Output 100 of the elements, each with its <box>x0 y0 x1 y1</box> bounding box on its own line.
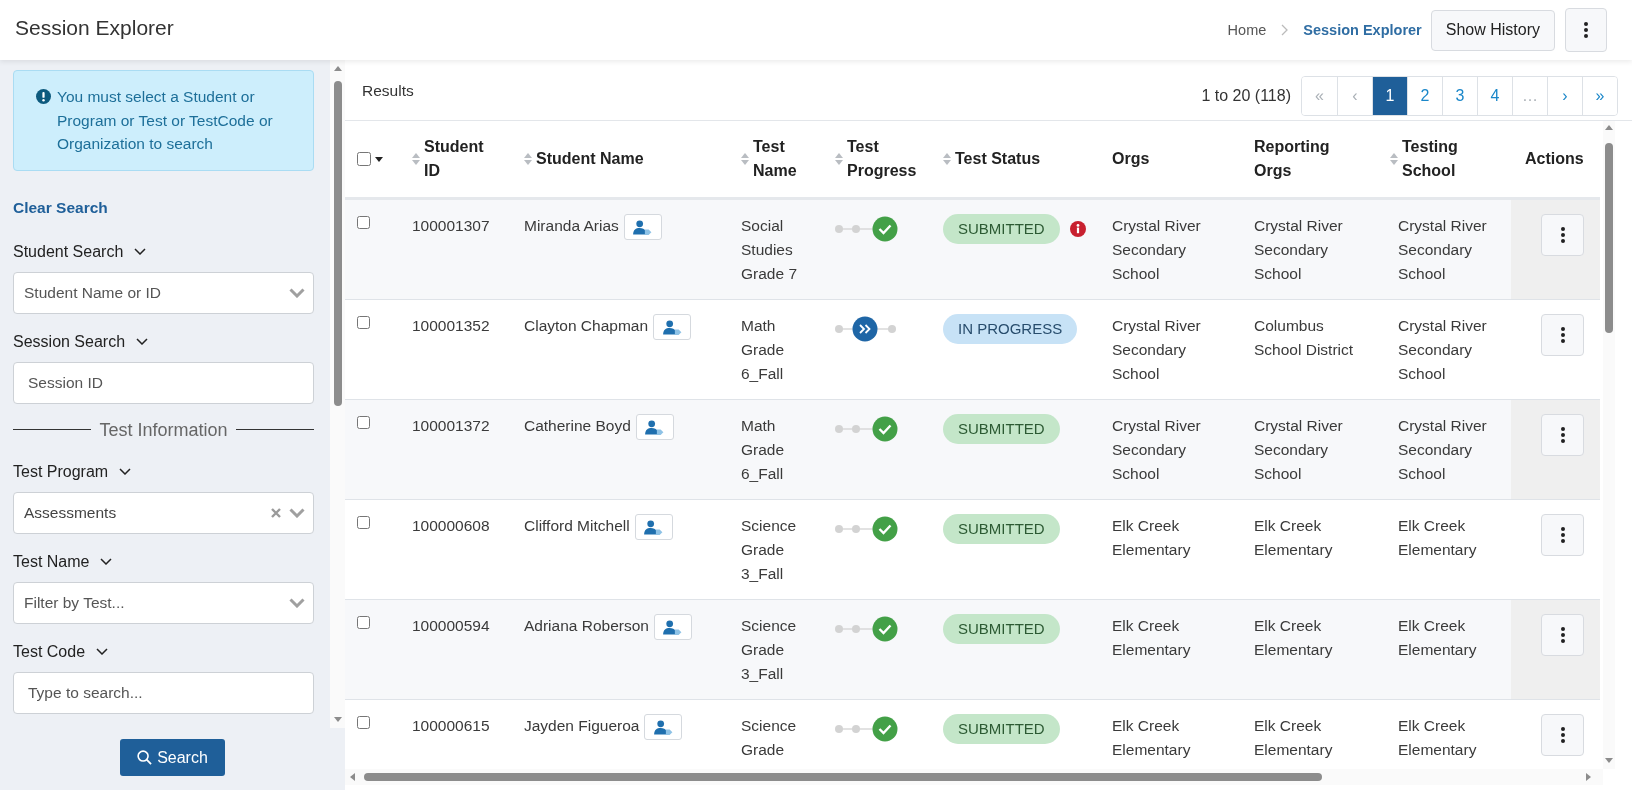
text-input[interactable]: Type to search... <box>13 671 314 714</box>
caret-down-icon[interactable] <box>375 156 383 162</box>
scrollbar-thumb[interactable] <box>1605 143 1613 333</box>
row-checkbox[interactable] <box>357 316 370 329</box>
column-header[interactable]: Student ID <box>424 135 494 183</box>
column-header[interactable]: Student Name <box>536 147 644 171</box>
chevron-down-icon <box>119 468 132 475</box>
clear-search-link[interactable]: Clear Search <box>13 195 108 220</box>
column-header: Orgs <box>1112 149 1150 169</box>
more-vertical-icon <box>1560 327 1565 343</box>
section-toggle[interactable]: Session Search <box>13 329 149 354</box>
search-icon <box>137 750 153 765</box>
row-actions-button[interactable] <box>1541 214 1584 256</box>
section-toggle[interactable]: Test Name <box>13 549 113 574</box>
chevron-down-icon <box>96 648 109 655</box>
table-cell: Crystal River Secondary School <box>1246 198 1382 300</box>
student-profile-button[interactable] <box>635 414 674 440</box>
table-cell: Crystal River Secondary School <box>1246 399 1382 500</box>
row-checkbox[interactable] <box>357 716 370 729</box>
scroll-up-icon[interactable] <box>333 66 342 71</box>
scrollbar-thumb[interactable] <box>333 81 342 406</box>
select-field[interactable]: Assessments <box>13 491 314 534</box>
student-name: Jayden Figueroa <box>524 716 640 736</box>
info-icon[interactable] <box>1069 221 1086 237</box>
chevron-down-icon <box>100 558 113 565</box>
status-badge: IN PROGRESS <box>943 314 1078 344</box>
row-actions-button[interactable] <box>1541 714 1584 756</box>
sort-icon[interactable] <box>835 151 843 167</box>
row-checkbox[interactable] <box>357 516 370 529</box>
row-actions-button[interactable] <box>1541 514 1584 556</box>
table-cell: 100000594 <box>404 599 516 700</box>
student-profile-button[interactable] <box>653 314 692 340</box>
clear-icon[interactable] <box>271 507 281 518</box>
status-badge: SUBMITTED <box>943 414 1060 444</box>
chevron-down-icon[interactable] <box>289 287 305 298</box>
user-tag-icon <box>653 719 673 735</box>
user-tag-icon <box>662 319 682 335</box>
more-button[interactable] <box>1565 8 1607 52</box>
scroll-up-icon[interactable] <box>1605 125 1613 130</box>
table-cell: Science Grade 3_Fall <box>733 499 827 600</box>
user-tag-icon <box>663 619 683 635</box>
column-header[interactable]: Test Progress <box>847 135 923 183</box>
sort-icon[interactable] <box>412 151 420 167</box>
alert-message: You must select a Student or Program or Test or TestCode or Organization to search <box>57 87 274 154</box>
student-profile-button[interactable] <box>653 614 692 640</box>
table-cell: Elk Creek Elementary <box>1246 499 1382 600</box>
chevron-right-icon <box>1281 24 1289 36</box>
chevron-down-icon <box>136 338 149 345</box>
section-toggle[interactable]: Test Program <box>13 459 132 484</box>
status-badge: SUBMITTED <box>943 214 1060 244</box>
scrollbar-thumb[interactable] <box>364 773 1322 781</box>
more-vertical-icon <box>1560 727 1565 743</box>
sort-icon[interactable] <box>1390 151 1398 167</box>
column-header[interactable]: Test Status <box>955 147 1041 171</box>
section-toggle[interactable]: Student Search <box>13 239 147 264</box>
page-button[interactable]: 1 <box>1372 77 1407 115</box>
user-tag-icon <box>645 419 665 435</box>
user-tag-icon <box>633 219 653 235</box>
table-cell: Crystal River Secondary School <box>1104 299 1246 400</box>
table-cell: 100001307 <box>404 198 516 300</box>
row-checkbox[interactable] <box>357 416 370 429</box>
student-name: Clifford Mitchell <box>524 516 630 536</box>
scroll-down-icon[interactable] <box>1605 758 1613 763</box>
user-tag-icon <box>644 519 664 535</box>
student-profile-button[interactable] <box>623 214 662 240</box>
table-cell: 100000608 <box>404 499 516 600</box>
row-checkbox[interactable] <box>357 616 370 629</box>
column-header[interactable]: Testing School <box>1402 135 1502 183</box>
info-icon <box>36 89 51 104</box>
show-history-button[interactable]: Show History <box>1430 9 1555 51</box>
sort-icon[interactable] <box>741 151 749 167</box>
sort-icon[interactable] <box>943 151 951 167</box>
more-vertical-icon <box>1560 227 1565 243</box>
sort-icon[interactable] <box>524 151 532 167</box>
more-vertical-icon <box>1560 627 1565 643</box>
text-input[interactable]: Session ID <box>13 361 314 404</box>
row-checkbox[interactable] <box>357 216 370 229</box>
student-name: Adriana Roberson <box>524 616 649 636</box>
breadcrumb-current: Session Explorer <box>1303 22 1422 38</box>
select-field[interactable]: Student Name or ID <box>13 271 314 314</box>
row-actions-button[interactable] <box>1541 314 1584 356</box>
scroll-right-icon[interactable] <box>1586 773 1591 781</box>
chevron-down-icon[interactable] <box>289 507 305 518</box>
student-profile-button[interactable] <box>634 514 673 540</box>
breadcrumb-link[interactable]: Home <box>1227 22 1267 38</box>
select-all-checkbox[interactable] <box>357 152 371 166</box>
scroll-down-icon[interactable] <box>333 717 342 722</box>
column-header[interactable]: Test Name <box>753 135 815 183</box>
chevron-down-icon[interactable] <box>289 597 305 608</box>
status-badge: SUBMITTED <box>943 614 1060 644</box>
select-field[interactable]: Filter by Test... <box>13 581 314 624</box>
row-actions-button[interactable] <box>1541 614 1584 656</box>
table-cell: Science Grade 3_Fall <box>733 599 827 700</box>
row-actions-button[interactable] <box>1541 414 1584 456</box>
scroll-left-icon[interactable] <box>350 773 355 781</box>
page-button[interactable]: » <box>1582 77 1617 115</box>
student-profile-button[interactable] <box>644 714 683 740</box>
result-count: 1 to 20 (118) <box>1201 86 1291 106</box>
section-toggle[interactable]: Test Code <box>13 639 109 664</box>
search-button[interactable]: Search <box>120 739 225 776</box>
